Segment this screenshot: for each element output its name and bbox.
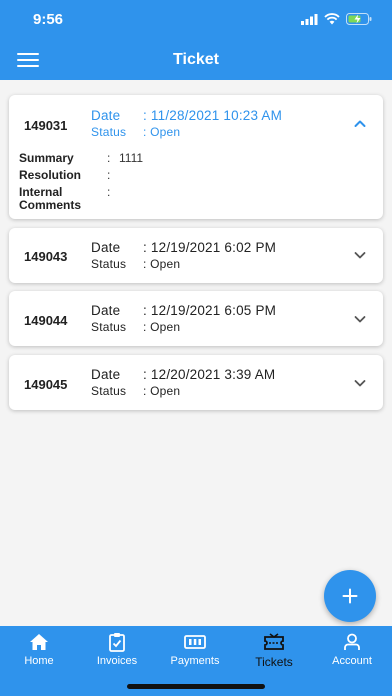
ticket-status: Open: [150, 257, 181, 271]
ticket-date-row: Date : 11/28/2021 10:23 AM: [91, 108, 282, 123]
wifi-icon: [324, 13, 340, 25]
nav-item-invoices[interactable]: Invoices: [78, 632, 156, 667]
nav-item-tickets[interactable]: Tickets: [235, 632, 313, 669]
ticket-details: Summary : 1111 Resolution : Internal Com…: [19, 152, 143, 216]
internal-comments-row: Internal Comments :: [19, 186, 143, 212]
ticket-card[interactable]: 149044 Date : 12/19/2021 6:05 PM Status …: [9, 291, 383, 346]
ticket-card[interactable]: 149043 Date : 12/19/2021 6:02 PM Status …: [9, 228, 383, 283]
date-label: Date: [91, 303, 121, 318]
status-icons: [301, 13, 372, 25]
resolution-label: Resolution: [19, 168, 81, 182]
ticket-status: Open: [150, 384, 181, 398]
ticket-date: 11/28/2021 10:23 AM: [150, 108, 283, 123]
separator: :: [107, 168, 111, 182]
invoices-icon: [109, 633, 125, 652]
ticket-date-row: Date : 12/19/2021 6:02 PM: [91, 240, 276, 255]
nav-item-account[interactable]: Account: [313, 632, 391, 667]
account-icon: [344, 633, 360, 650]
internal-comments-label: Internal Comments: [19, 186, 107, 212]
ticket-id: 149045: [24, 377, 68, 392]
chevron-down-icon[interactable]: [353, 376, 367, 390]
cellular-signal-icon: [301, 13, 318, 25]
home-indicator: [127, 684, 265, 689]
separator: :: [143, 257, 147, 271]
ticket-status-row: Status : Open: [91, 257, 276, 271]
ticket-date: 12/20/2021 3:39 AM: [150, 367, 276, 382]
payments-icon: [184, 635, 206, 649]
separator: :: [143, 108, 147, 123]
nav-label: Tickets: [255, 655, 293, 669]
ticket-card[interactable]: 149031 Date : 11/28/2021 10:23 AM Status…: [9, 95, 383, 219]
date-label: Date: [91, 240, 121, 255]
status-label: Status: [91, 384, 127, 398]
tickets-icon: [264, 633, 284, 650]
separator: :: [143, 125, 147, 139]
nav-label: Account: [332, 655, 372, 667]
separator: :: [143, 320, 147, 334]
nav-label: Payments: [170, 655, 220, 667]
ticket-status: Open: [150, 125, 181, 139]
nav-item-home[interactable]: Home: [0, 632, 78, 667]
summary-label: Summary: [19, 151, 74, 165]
date-label: Date: [91, 367, 121, 382]
ticket-id: 149031: [24, 118, 68, 133]
page-title: Ticket: [173, 51, 219, 68]
plus-icon: [342, 588, 358, 604]
status-label: Status: [91, 125, 127, 139]
ticket-status-row: Status : Open: [91, 384, 275, 398]
status-time: 9:56: [33, 11, 64, 28]
nav-label: Invoices: [96, 655, 138, 667]
date-label: Date: [91, 108, 121, 123]
chevron-down-icon[interactable]: [353, 312, 367, 326]
ticket-date-row: Date : 12/20/2021 3:39 AM: [91, 367, 275, 382]
status-bar: 9:56: [0, 0, 392, 40]
ticket-id: 149043: [24, 249, 68, 264]
ticket-status: Open: [150, 320, 181, 334]
separator: :: [107, 151, 111, 165]
summary-row: Summary : 1111: [19, 152, 143, 165]
add-ticket-button[interactable]: [324, 570, 376, 622]
chevron-up-icon[interactable]: [353, 117, 367, 131]
nav-label: Home: [24, 655, 54, 667]
separator: :: [143, 367, 147, 382]
resolution-row: Resolution :: [19, 169, 143, 182]
nav-item-payments[interactable]: Payments: [156, 632, 234, 667]
status-label: Status: [91, 257, 127, 271]
status-label: Status: [91, 320, 127, 334]
separator: :: [143, 384, 147, 398]
ticket-status-row: Status : Open: [91, 125, 282, 139]
home-icon: [30, 634, 48, 650]
battery-charging-icon: [346, 13, 372, 25]
ticket-date-row: Date : 12/19/2021 6:05 PM: [91, 303, 276, 318]
ticket-card[interactable]: 149045 Date : 12/20/2021 3:39 AM Status …: [9, 355, 383, 410]
ticket-date: 12/19/2021 6:02 PM: [150, 240, 277, 255]
chevron-down-icon[interactable]: [353, 248, 367, 262]
internal-comments-label-line2: Comments: [19, 198, 82, 212]
separator: :: [143, 240, 147, 255]
internal-comments-label-line1: Internal: [19, 185, 63, 199]
summary-value: 1111: [119, 151, 144, 165]
ticket-date: 12/19/2021 6:05 PM: [150, 303, 277, 318]
app-bar: Ticket: [0, 40, 392, 80]
separator: :: [107, 185, 111, 199]
ticket-status-row: Status : Open: [91, 320, 276, 334]
separator: :: [143, 303, 147, 318]
ticket-id: 149044: [24, 313, 68, 328]
